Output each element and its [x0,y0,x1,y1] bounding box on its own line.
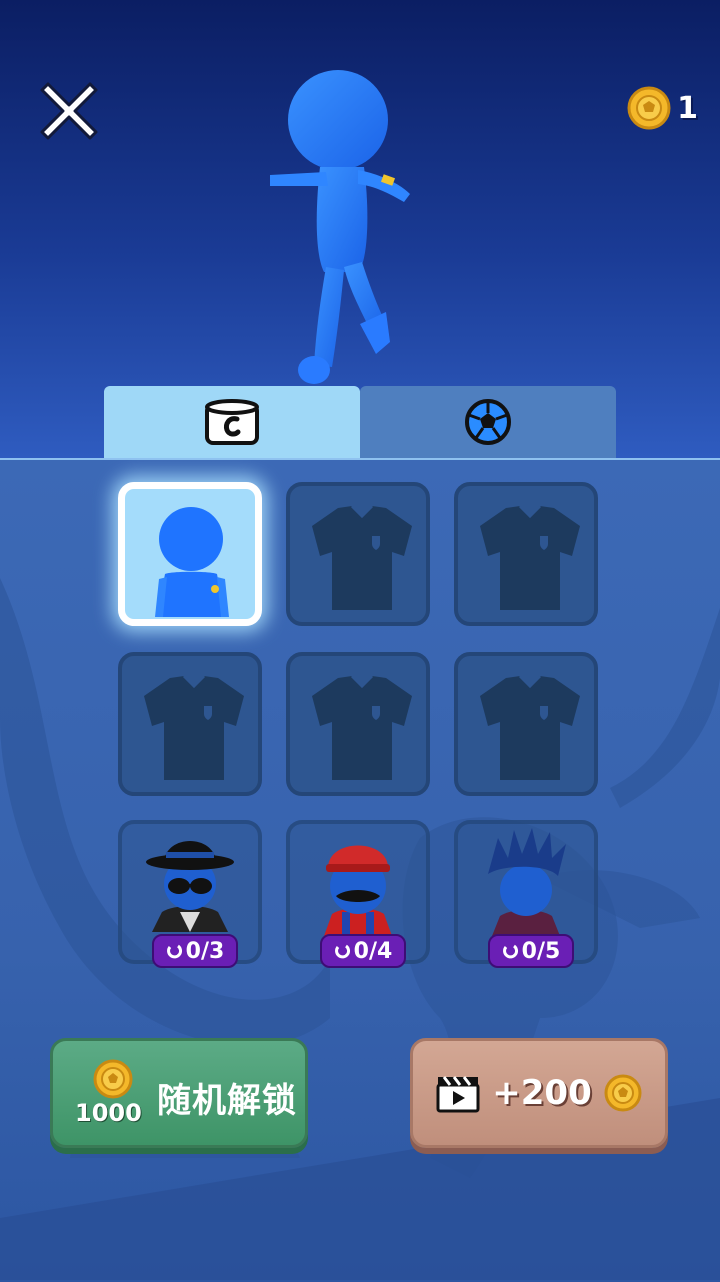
outfit-slot-locked[interactable] [454,482,598,626]
soccer-coin-icon [627,86,671,130]
progress-ring-icon [166,944,182,959]
soccer-ball-icon [465,399,511,445]
tab-outfit[interactable] [104,386,360,458]
outfit-slot-locked[interactable] [118,652,262,796]
character-preview [270,70,410,384]
close-icon [40,82,98,140]
gangster-skin-preview [146,841,234,932]
locked-shirt-icon [312,504,412,610]
coin-count: 1 [677,90,698,126]
skin-slot-gangster[interactable]: 0/3 [118,820,262,968]
soccer-coin-icon [93,1059,133,1099]
skin-progress-text: 0/4 [353,938,393,964]
character-thumbnail [155,507,229,617]
coin-balance: 1 [627,86,698,130]
locked-shirt-icon [312,674,412,780]
soccer-coin-icon [604,1074,642,1112]
skin-progress-badge: 0/4 [320,934,406,968]
outfit-slot-locked[interactable] [286,652,430,796]
skin-progress-badge: 0/5 [488,934,574,968]
skin-slot-spiky-hair[interactable]: 0/5 [454,820,598,968]
outfit-slot-locked[interactable] [454,652,598,796]
random-unlock-label: 随机解锁 [157,1081,297,1121]
outfit-slot-default[interactable] [118,482,262,626]
outfit-slot-locked[interactable] [286,482,430,626]
ad-reward-amount: +200 [492,1073,592,1113]
skin-progress-text: 0/3 [185,938,225,964]
skin-progress-badge: 0/3 [152,934,238,968]
locked-shirt-icon [480,504,580,610]
plumber-skin-preview [324,845,392,936]
random-unlock-button[interactable]: 1000 随机解锁 [50,1038,308,1148]
skin-progress-text: 0/5 [521,938,561,964]
spiky-hair-skin-preview [488,828,566,936]
progress-ring-icon [502,944,518,959]
skin-slot-plumber[interactable]: 0/4 [286,820,430,968]
locked-shirt-icon [144,674,244,780]
close-button[interactable] [38,78,100,140]
video-clapper-icon [436,1076,480,1113]
locked-shirt-icon [480,674,580,780]
progress-ring-icon [334,944,350,959]
random-unlock-price: 1000 [75,1099,142,1127]
tab-ball[interactable] [360,386,616,458]
shirt-icon [205,399,259,445]
watch-ad-reward-button[interactable]: +200 [410,1038,668,1148]
